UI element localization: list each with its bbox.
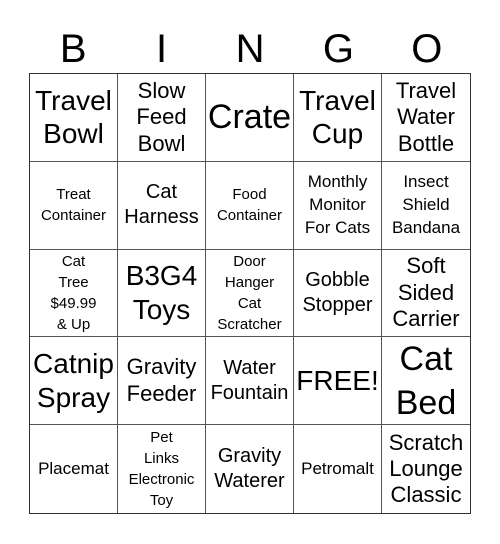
header-letter-o: O: [411, 27, 443, 71]
bingo-cell[interactable]: Insect Shield Bandana: [382, 162, 470, 250]
bingo-cell[interactable]: Pet Links Electronic Toy: [118, 425, 206, 513]
bingo-cell[interactable]: Cat Bed: [382, 337, 470, 426]
bingo-cell[interactable]: Travel Water Bottle: [382, 74, 470, 162]
bingo-cell[interactable]: Treat Container: [30, 161, 118, 250]
bingo-cell[interactable]: Soft Sided Carrier: [382, 250, 470, 338]
bingo-cell[interactable]: Placemat: [30, 425, 118, 513]
bingo-cell[interactable]: Travel Cup: [294, 74, 382, 162]
header-letter-b: B: [59, 27, 87, 71]
bingo-cell[interactable]: Cat Harness: [118, 161, 206, 250]
bingo-cell[interactable]: Gobble Stopper: [294, 249, 382, 338]
bingo-cell-free[interactable]: FREE!: [294, 337, 382, 426]
bingo-cell[interactable]: Slow Feed Bowl: [118, 74, 206, 162]
bingo-header: B I N G O: [29, 24, 471, 74]
bingo-cell[interactable]: Water Fountain: [206, 337, 294, 426]
bingo-cell[interactable]: Gravity Waterer: [206, 425, 294, 513]
bingo-cell[interactable]: Petromalt: [294, 425, 382, 513]
bingo-cell[interactable]: Scratch Lounge Classic: [382, 425, 470, 513]
bingo-cell[interactable]: Door Hanger Cat Scratcher: [206, 249, 294, 338]
bingo-cell[interactable]: Monthly Monitor For Cats: [294, 161, 382, 250]
bingo-cell[interactable]: Cat Tree $49.99 & Up: [30, 249, 118, 338]
header-letter-n: N: [235, 27, 265, 71]
bingo-cell[interactable]: B3G4 Toys: [118, 249, 206, 338]
bingo-cell[interactable]: Catnip Spray: [30, 337, 118, 426]
bingo-cell[interactable]: Food Container: [206, 161, 294, 250]
bingo-grid: Travel Bowl Slow Feed Bowl Crate Travel …: [29, 73, 471, 514]
bingo-cell[interactable]: Crate: [206, 74, 294, 162]
header-letter-g: G: [322, 27, 354, 71]
header-letter-i: I: [156, 27, 168, 71]
bingo-cell[interactable]: Gravity Feeder: [118, 337, 206, 426]
bingo-cell[interactable]: Travel Bowl: [30, 74, 118, 162]
